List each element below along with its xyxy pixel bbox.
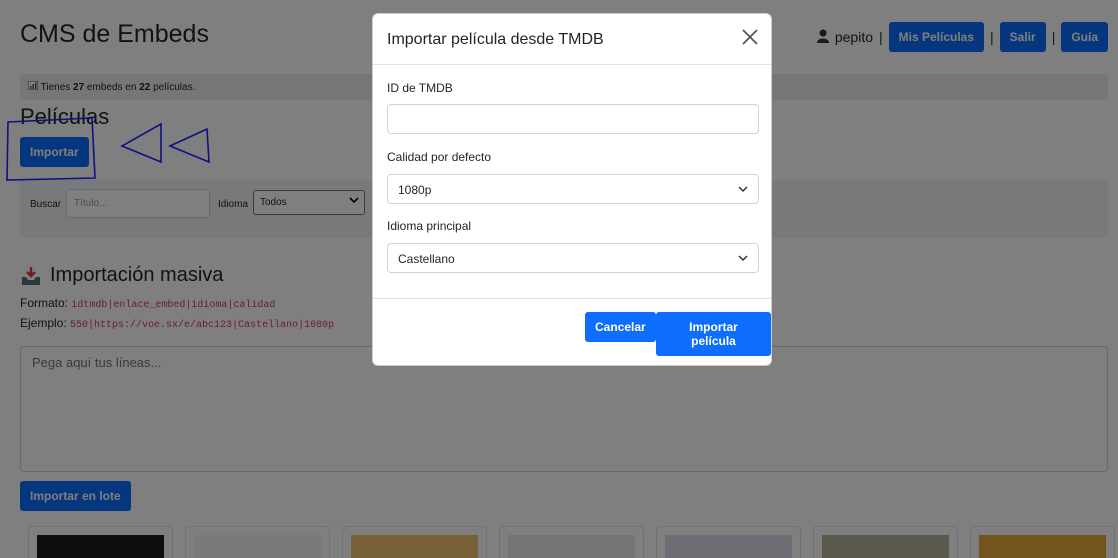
modal-title: Importar película desde TMDB <box>387 31 604 48</box>
import-modal: Importar película desde TMDB ID de TMDB … <box>372 13 772 366</box>
tmdb-id-label: ID de TMDB <box>387 81 453 95</box>
chevron-down-icon <box>738 186 748 193</box>
modal-footer: Cancelar Importar película <box>373 298 771 367</box>
import-movie-button[interactable]: Importar película <box>656 312 771 356</box>
tmdb-id-input[interactable] <box>387 104 759 134</box>
language-label: Idioma principal <box>387 219 472 233</box>
language-select[interactable]: Castellano <box>387 243 759 273</box>
quality-label: Calidad por defecto <box>387 150 492 164</box>
cancel-button[interactable]: Cancelar <box>585 312 656 342</box>
modal-header: Importar película desde TMDB <box>373 14 771 65</box>
language-value: Castellano <box>398 252 455 266</box>
close-icon[interactable] <box>741 28 759 46</box>
chevron-down-icon <box>738 255 748 262</box>
page: CMS de Embeds pepito | Mis Películas | S… <box>0 0 1118 558</box>
quality-value: 1080p <box>398 183 432 197</box>
quality-select[interactable]: 1080p <box>387 174 759 204</box>
